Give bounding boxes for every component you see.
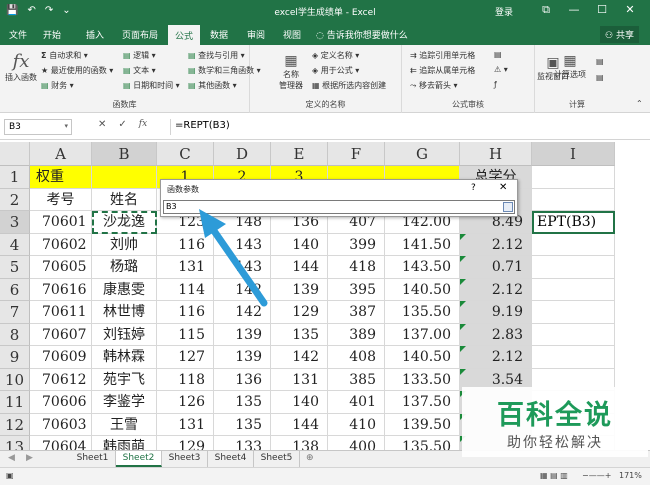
zoom-level[interactable]: 171% [619, 471, 642, 480]
arrow-shaft [208, 224, 268, 307]
macro-record-icon[interactable]: ▣ [6, 471, 14, 480]
add-sheet-icon[interactable]: ⊕ [306, 453, 314, 463]
sheet-tab-5[interactable]: Sheet5 [254, 451, 300, 467]
status-bar: ▣ ▦ ▤ ▥ −——+ 171% [0, 467, 650, 485]
prev-sheet-icon[interactable]: ◀ [8, 453, 15, 463]
sheet-tab-3[interactable]: Sheet3 [162, 451, 208, 467]
sheet-tab-2[interactable]: Sheet2 [116, 451, 162, 467]
zoom-slider[interactable]: −——+ [582, 471, 611, 480]
watermark-subtitle: 助你轻松解决 [507, 435, 603, 451]
next-sheet-icon[interactable]: ▶ [26, 453, 33, 463]
watermark: 百科全说 助你轻松解决 [462, 387, 648, 457]
sheet-tab-1[interactable]: Sheet1 [70, 451, 116, 467]
view-buttons[interactable]: ▦ ▤ ▥ [540, 471, 568, 480]
sheet-tab-4[interactable]: Sheet4 [208, 451, 254, 467]
watermark-title: 百科全说 [497, 400, 613, 431]
